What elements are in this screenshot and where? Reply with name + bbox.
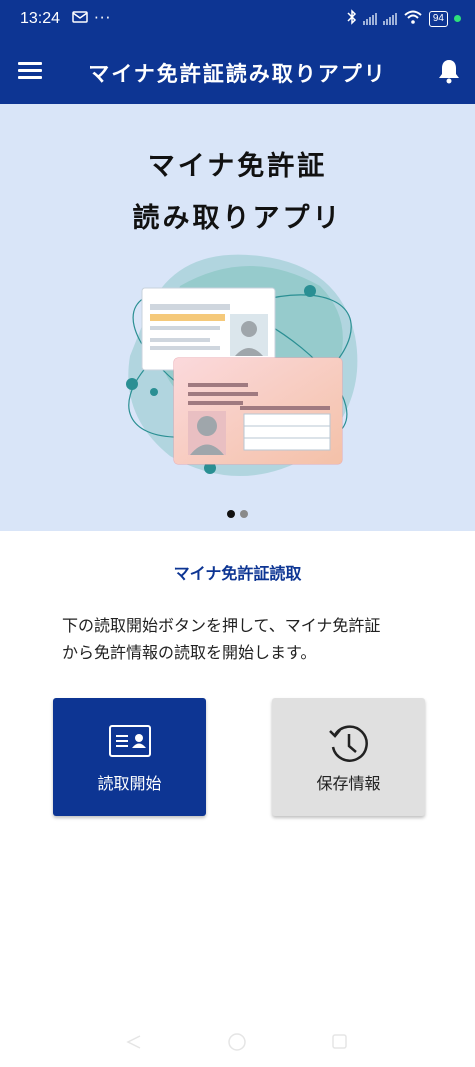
carousel-dot-1[interactable] (227, 510, 235, 518)
banner-title-line1: マイナ免許証 (147, 151, 328, 182)
card-illustration (110, 246, 370, 486)
carousel-dot-2[interactable] (240, 510, 248, 518)
bluetooth-icon (347, 9, 357, 28)
start-read-button[interactable]: 読取開始 (53, 698, 206, 816)
start-read-label: 読取開始 (97, 774, 162, 793)
home-icon (228, 1033, 246, 1051)
notification-icon (72, 10, 88, 28)
back-icon (126, 1035, 141, 1049)
description-line2: から免許情報の読取を開始します。 (62, 643, 317, 662)
signal-icon (362, 12, 377, 25)
battery-icon: 94 (428, 10, 448, 27)
description-line1: 下の読取開始ボタンを押して、マイナ免許証 (62, 616, 381, 635)
description: 下の読取開始ボタンを押して、マイナ免許証 から免許情報の読取を開始します。 (62, 612, 432, 666)
saved-info-label: 保存情報 (316, 774, 381, 793)
system-nav-bar (0, 1018, 475, 1063)
carousel-indicator[interactable] (0, 510, 475, 518)
recents-icon (332, 1034, 347, 1049)
hero-banner[interactable]: マイナ免許証 読み取りアプリ (0, 104, 475, 531)
status-bar: 13:24 ··· 94 (0, 0, 475, 40)
id-card-icon (109, 725, 151, 761)
bell-icon[interactable] (437, 58, 461, 84)
section-title: マイナ免許証読取 (173, 564, 302, 583)
status-dot (454, 15, 461, 22)
app-bar: マイナ免許証読み取りアプリ (0, 40, 475, 104)
banner-title-line2: 読み取りアプリ (132, 203, 343, 234)
saved-info-button[interactable]: 保存情報 (272, 698, 425, 816)
status-time: 13:24 (20, 10, 61, 27)
signal-2-icon (382, 12, 397, 25)
wifi-icon (403, 10, 423, 27)
app-title: マイナ免許証読み取りアプリ (88, 62, 387, 86)
more-notifications-icon: ··· (94, 9, 112, 27)
history-icon (327, 723, 371, 771)
